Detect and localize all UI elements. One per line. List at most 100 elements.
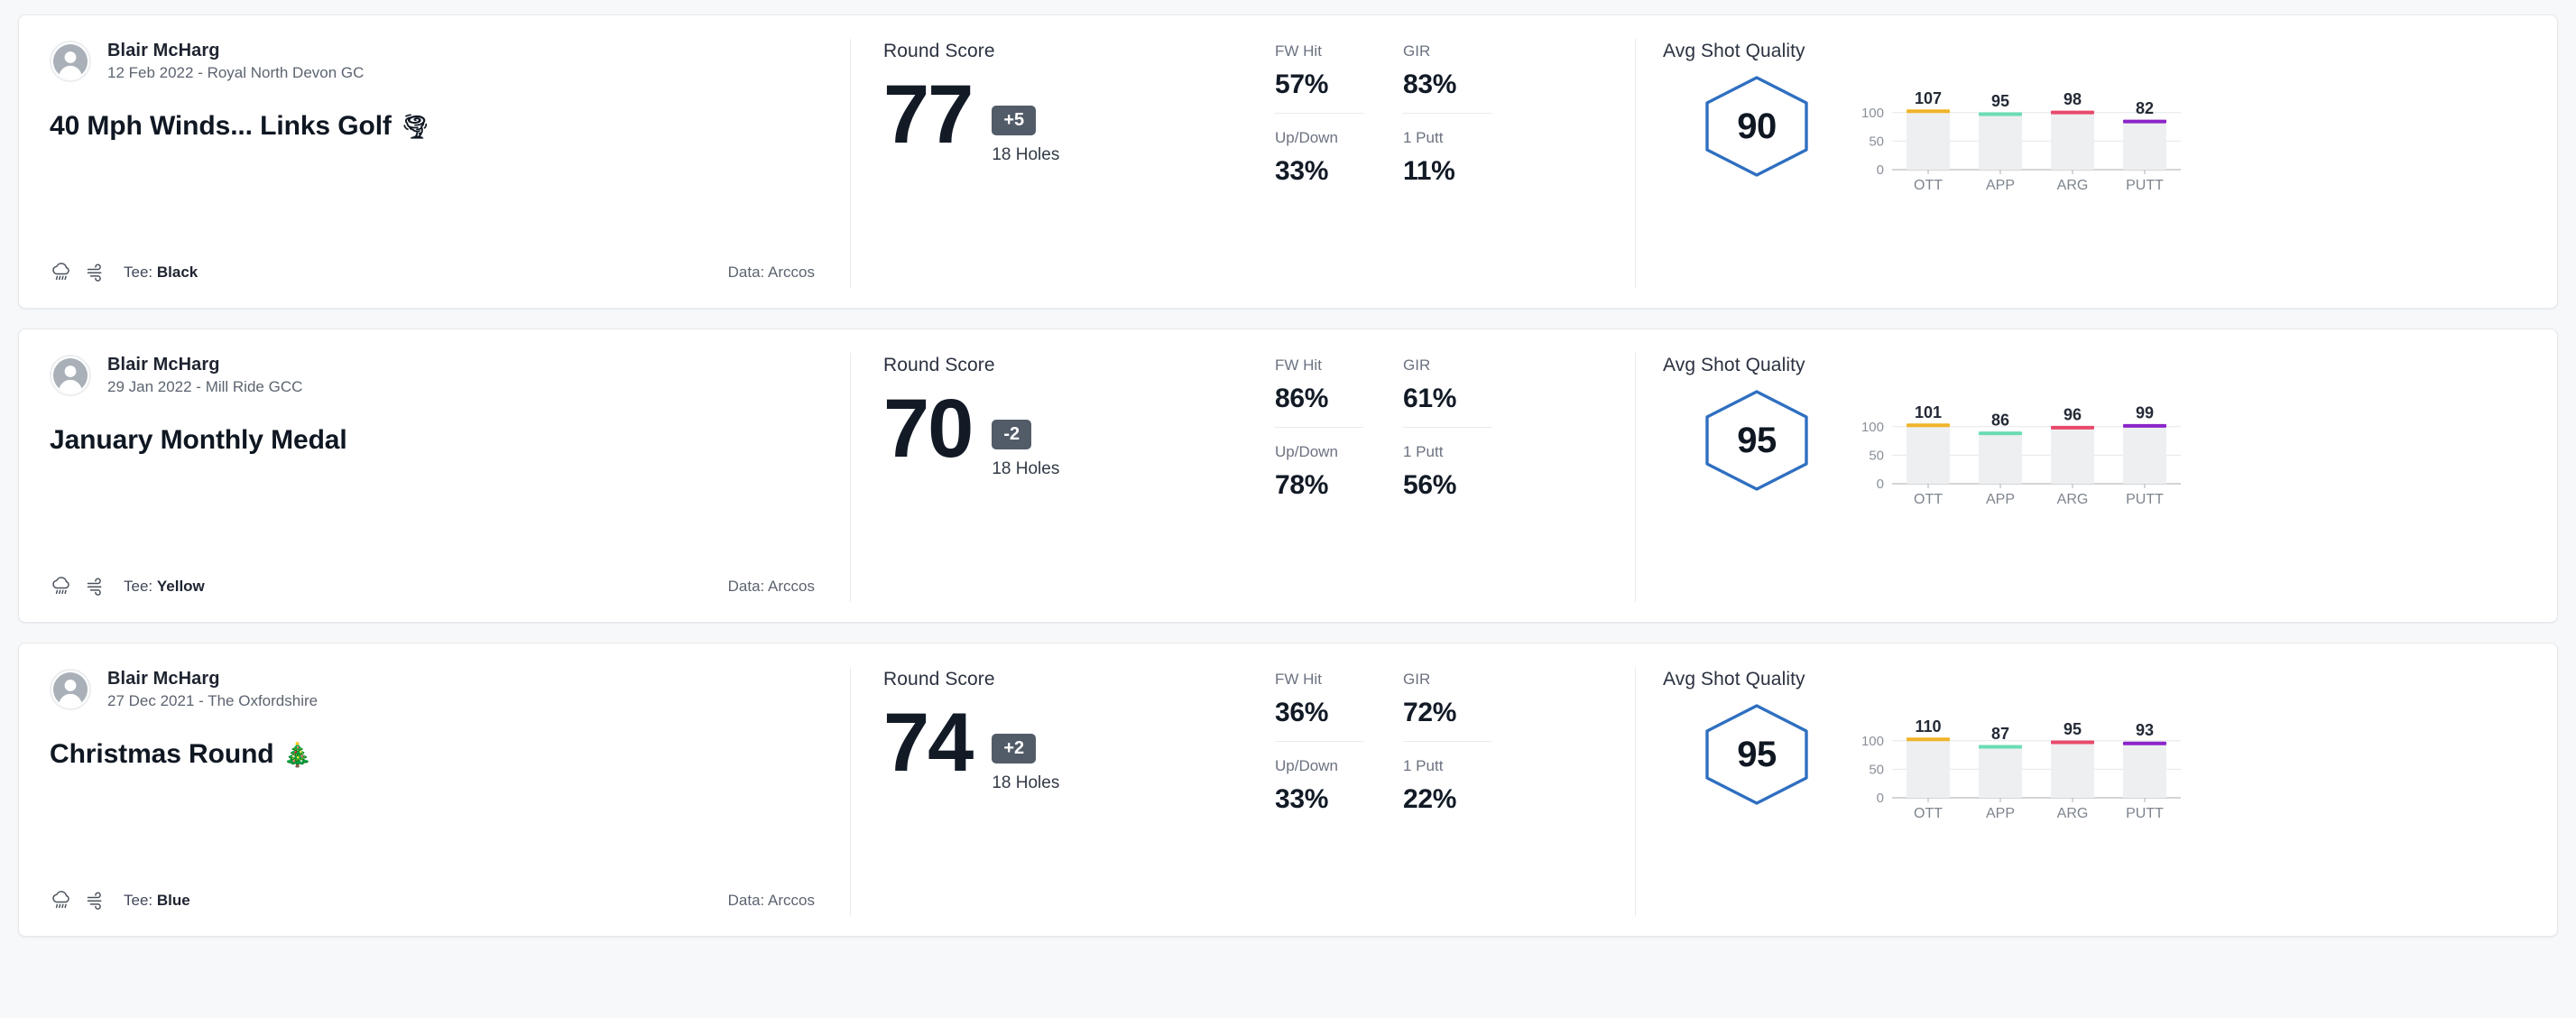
score-pane: Round Score 77 +5 18 Holes FW Hit 57% GI… [851, 15, 1636, 308]
stat-gir: GIR 72% [1403, 671, 1491, 742]
avatar[interactable] [50, 669, 91, 710]
stat-fw-hit: FW Hit 57% [1275, 42, 1363, 114]
score-pane: Round Score 74 +2 18 Holes FW Hit 36% GI… [851, 643, 1636, 936]
round-title-text: 40 Mph Winds... Links Golf [50, 111, 392, 141]
y-axis-tick-label: 50 [1869, 762, 1884, 777]
holes-count: 18 Holes [992, 145, 1060, 164]
x-axis-category-label: OTT [1914, 492, 1943, 507]
y-axis-tick-label: 50 [1869, 448, 1884, 463]
stat-gir-label: GIR [1403, 356, 1431, 374]
bar-value-label: 96 [2064, 405, 2082, 423]
stat-one-putt-label: 1 Putt [1403, 757, 1444, 774]
bar-value-label: 101 [1915, 403, 1942, 421]
player-row[interactable]: Blair McHarg 27 Dec 2021 - The Oxfordshi… [50, 669, 820, 710]
player-meta: Blair McHarg 12 Feb 2022 - Royal North D… [107, 41, 364, 82]
shot-quality-body: 95 0 50 100 101 OTT 86 APP 96 ARG 99 PUTT [1663, 380, 2530, 511]
bar-value-label: 98 [2064, 90, 2082, 108]
shot-quality-value: 95 [1737, 734, 1777, 774]
tee-label: Tee: Blue [124, 892, 190, 910]
score-side: +2 18 Holes [992, 705, 1059, 793]
round-info-pane: Blair McHarg 29 Jan 2022 - Mill Ride GCC… [19, 329, 851, 622]
stat-one-putt-value: 11% [1403, 156, 1455, 186]
shot-quality-value: 90 [1737, 106, 1777, 146]
score-block: Round Score 70 -2 18 Holes [883, 355, 1244, 598]
stat-fw-hit: FW Hit 86% [1275, 356, 1363, 428]
avatar[interactable] [50, 41, 91, 82]
round-info-footer: Tee: Yellow Data: Arccos [50, 553, 820, 598]
rain-cloud-icon [52, 263, 69, 281]
stat-gir-label: GIR [1403, 671, 1431, 688]
stat-one-putt: 1 Putt 22% [1403, 757, 1491, 828]
shot-quality-heading: Avg Shot Quality [1663, 41, 1805, 61]
bar-value-label: 95 [2064, 720, 2082, 738]
shot-quality-hexagon: 95 [1701, 701, 1813, 808]
bar-column [1979, 748, 2022, 798]
round-date-course: 12 Feb 2022 - Royal North Devon GC [107, 64, 365, 81]
round-card-1[interactable]: Blair McHarg 12 Feb 2022 - Royal North D… [18, 14, 2558, 309]
bar-column [1907, 426, 1950, 484]
shot-quality-body: 95 0 50 100 110 OTT 87 APP 95 ARG 93 PUTT [1663, 694, 2530, 825]
data-source: Data: Arccos [728, 578, 820, 596]
round-card-3[interactable]: Blair McHarg 27 Dec 2021 - The Oxfordshi… [18, 643, 2558, 937]
bar-value-label: 95 [1991, 92, 2009, 110]
bar-cap [1979, 745, 2022, 749]
round-info-pane: Blair McHarg 27 Dec 2021 - The Oxfordshi… [19, 643, 851, 936]
stat-fw-hit-label: FW Hit [1275, 42, 1322, 60]
data-source-value: Arccos [768, 578, 815, 595]
player-name: Blair McHarg [107, 355, 220, 375]
person-icon [53, 358, 88, 393]
stat-up-down-value: 78% [1275, 470, 1329, 500]
bar-cap [2051, 740, 2094, 745]
bar-cap [2123, 119, 2166, 124]
shot-quality-pane: Avg Shot Quality 95 0 50 100 110 OTT 87 APP 95 A… [1636, 643, 2557, 936]
stat-up-down-value: 33% [1275, 784, 1329, 814]
bar-value-label: 93 [2136, 721, 2154, 739]
tee-prefix: Tee: [124, 892, 157, 909]
stats-grid: FW Hit 57% GIR 83% Up/Down 33% 1 Putt 11… [1275, 42, 1491, 284]
bar-cap [1979, 112, 2022, 116]
avatar[interactable] [50, 355, 91, 396]
conditions-group: Tee: Black [50, 261, 198, 284]
round-card-2[interactable]: Blair McHarg 29 Jan 2022 - Mill Ride GCC… [18, 329, 2558, 623]
stat-fw-hit-value: 86% [1275, 384, 1329, 413]
stat-one-putt-value: 22% [1403, 784, 1457, 814]
data-source: Data: Arccos [728, 264, 820, 282]
player-row[interactable]: Blair McHarg 12 Feb 2022 - Royal North D… [50, 41, 820, 82]
player-meta: Blair McHarg 29 Jan 2022 - Mill Ride GCC [107, 355, 302, 396]
stat-up-down-label: Up/Down [1275, 443, 1338, 460]
score-value: 77 [883, 69, 974, 161]
score-block: Round Score 74 +2 18 Holes [883, 669, 1244, 912]
x-axis-category-label: ARG [2057, 178, 2089, 193]
bar-cap [1907, 109, 1950, 114]
player-row[interactable]: Blair McHarg 29 Jan 2022 - Mill Ride GCC [50, 355, 820, 396]
round-info-pane: Blair McHarg 12 Feb 2022 - Royal North D… [19, 15, 851, 308]
x-axis-category-label: PUTT [2126, 806, 2164, 821]
stats-grid: FW Hit 36% GIR 72% Up/Down 33% 1 Putt 22… [1275, 671, 1491, 912]
stat-gir-value: 72% [1403, 698, 1457, 727]
x-axis-category-label: OTT [1914, 178, 1943, 193]
round-title[interactable]: Christmas Round 🎄 [50, 739, 820, 770]
bar-chart-svg: 0 50 100 107 OTT 95 APP 98 ARG 82 PUTT [1861, 89, 2181, 193]
bar-column [1907, 112, 1950, 170]
tee-label: Tee: Black [124, 264, 198, 282]
x-axis-category-label: APP [1986, 806, 2015, 821]
rounds-feed: Blair McHarg 12 Feb 2022 - Royal North D… [0, 0, 2576, 937]
stat-up-down-value: 33% [1275, 156, 1329, 186]
y-axis-tick-label: 100 [1861, 106, 1884, 121]
bar-cap [2123, 741, 2166, 745]
round-title-text: January Monthly Medal [50, 425, 347, 455]
stat-up-down-label: Up/Down [1275, 129, 1338, 146]
person-icon [53, 672, 88, 708]
to-par-badge: +5 [992, 106, 1037, 135]
score-value: 70 [883, 383, 974, 475]
shot-quality-hexagon: 95 [1701, 387, 1813, 494]
bar-value-label: 107 [1915, 89, 1942, 107]
round-title[interactable]: January Monthly Medal [50, 425, 820, 456]
shot-quality-chart: 0 50 100 107 OTT 95 APP 98 ARG 82 PUTT [1854, 75, 2188, 197]
round-title[interactable]: 40 Mph Winds... Links Golf 🌪 [50, 111, 820, 142]
stat-up-down-label: Up/Down [1275, 757, 1338, 774]
shot-quality-heading: Avg Shot Quality [1663, 355, 1805, 375]
bar-cap [1979, 431, 2022, 436]
stat-one-putt: 1 Putt 11% [1403, 129, 1491, 199]
score-side: -2 18 Holes [992, 391, 1059, 479]
